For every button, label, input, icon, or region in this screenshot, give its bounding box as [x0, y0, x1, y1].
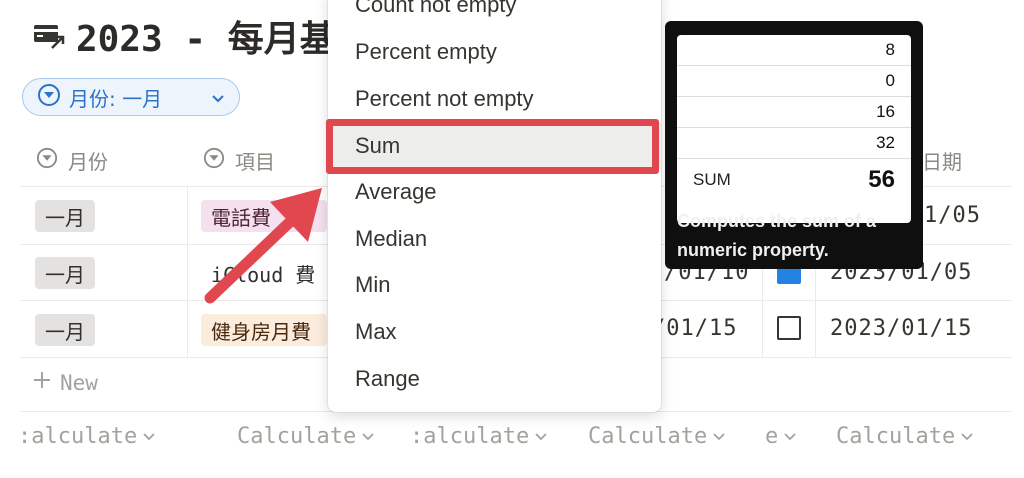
- calculate-button[interactable]: Calculate: [836, 424, 973, 449]
- chevron-down-icon: [961, 432, 973, 440]
- chevron-down-icon: [143, 432, 155, 440]
- column-header-label: 日期: [922, 149, 962, 174]
- card-transfer-icon: [30, 17, 68, 55]
- sum-value: 56: [868, 166, 895, 193]
- month-tag[interactable]: 一月: [35, 314, 95, 346]
- month-tag[interactable]: 一月: [35, 257, 95, 289]
- column-header-label: 月份: [68, 149, 108, 174]
- calculate-label: Calculate: [836, 424, 956, 449]
- page-title-text: 2023 - 每月基: [76, 19, 336, 60]
- chevron-down-icon: [211, 85, 225, 109]
- calculate-menu: Count not empty Percent empty Percent no…: [328, 0, 661, 412]
- preview-value: 8: [677, 35, 911, 66]
- menu-item-max[interactable]: Max: [328, 309, 661, 355]
- calculate-button[interactable]: :alculate: [410, 424, 547, 449]
- chevron-down-icon: [362, 432, 374, 440]
- select-property-icon: [36, 147, 58, 174]
- menu-item-median[interactable]: Median: [328, 216, 661, 262]
- calculate-label: Calculate: [237, 424, 357, 449]
- calculate-label: Calculate: [588, 424, 708, 449]
- page-title: 2023 - 每月基: [30, 8, 336, 64]
- calculate-button[interactable]: e: [765, 424, 796, 449]
- calculate-button[interactable]: Calculate: [237, 424, 374, 449]
- sum-tooltip: 8 0 16 32 SUM 56 Computes the sum of a n…: [665, 21, 923, 269]
- date-cell[interactable]: /01/15: [652, 316, 737, 341]
- item-tag[interactable]: 健身房月費: [201, 314, 327, 346]
- calculate-button[interactable]: :alculate: [18, 424, 155, 449]
- calculate-button[interactable]: Calculate: [588, 424, 725, 449]
- calculate-label: e: [765, 424, 779, 449]
- preview-value: 0: [677, 66, 911, 97]
- filter-circle-icon: [37, 83, 61, 112]
- sum-label: SUM: [693, 170, 731, 189]
- select-property-icon: [203, 147, 225, 174]
- preview-value: 32: [677, 128, 911, 159]
- column-header-item[interactable]: 項目: [203, 138, 275, 182]
- preview-sum-row: SUM 56: [677, 159, 911, 201]
- column-divider: [187, 186, 188, 357]
- chevron-down-icon: [713, 432, 725, 440]
- menu-item-count-not-empty[interactable]: Count not empty: [328, 0, 661, 28]
- row-checkbox[interactable]: [777, 316, 801, 340]
- column-header-date[interactable]: 日期: [922, 138, 962, 182]
- chevron-down-icon: [535, 432, 547, 440]
- preview-value: 16: [677, 97, 911, 128]
- highlight-annotation-box: [326, 119, 659, 174]
- plus-icon: [32, 370, 52, 395]
- chevron-down-icon: [784, 432, 796, 440]
- date-cell[interactable]: 2023/01/15: [830, 316, 972, 341]
- filter-label: 月份: 一月: [69, 86, 163, 111]
- tooltip-preview: 8 0 16 32 SUM 56: [677, 35, 911, 223]
- menu-item-percent-not-empty[interactable]: Percent not empty: [328, 76, 661, 122]
- tooltip-description: Computes the sum of a numeric property.: [677, 211, 877, 260]
- new-row-button[interactable]: New: [32, 370, 98, 395]
- menu-item-min[interactable]: Min: [328, 262, 661, 308]
- annotation-arrow-icon: [204, 188, 322, 304]
- calculate-label: :alculate: [410, 424, 530, 449]
- calculate-label: :alculate: [18, 424, 138, 449]
- column-header-month[interactable]: 月份: [36, 138, 108, 182]
- month-tag[interactable]: 一月: [35, 200, 95, 232]
- new-row-label: New: [60, 370, 98, 395]
- menu-item-percent-empty[interactable]: Percent empty: [328, 29, 661, 75]
- date-cell[interactable]: 1/05: [924, 203, 981, 228]
- menu-item-range[interactable]: Range: [328, 356, 661, 402]
- filter-chip[interactable]: 月份: 一月: [22, 78, 240, 116]
- menu-item-average[interactable]: Average: [328, 169, 661, 215]
- column-header-label: 項目: [235, 149, 275, 174]
